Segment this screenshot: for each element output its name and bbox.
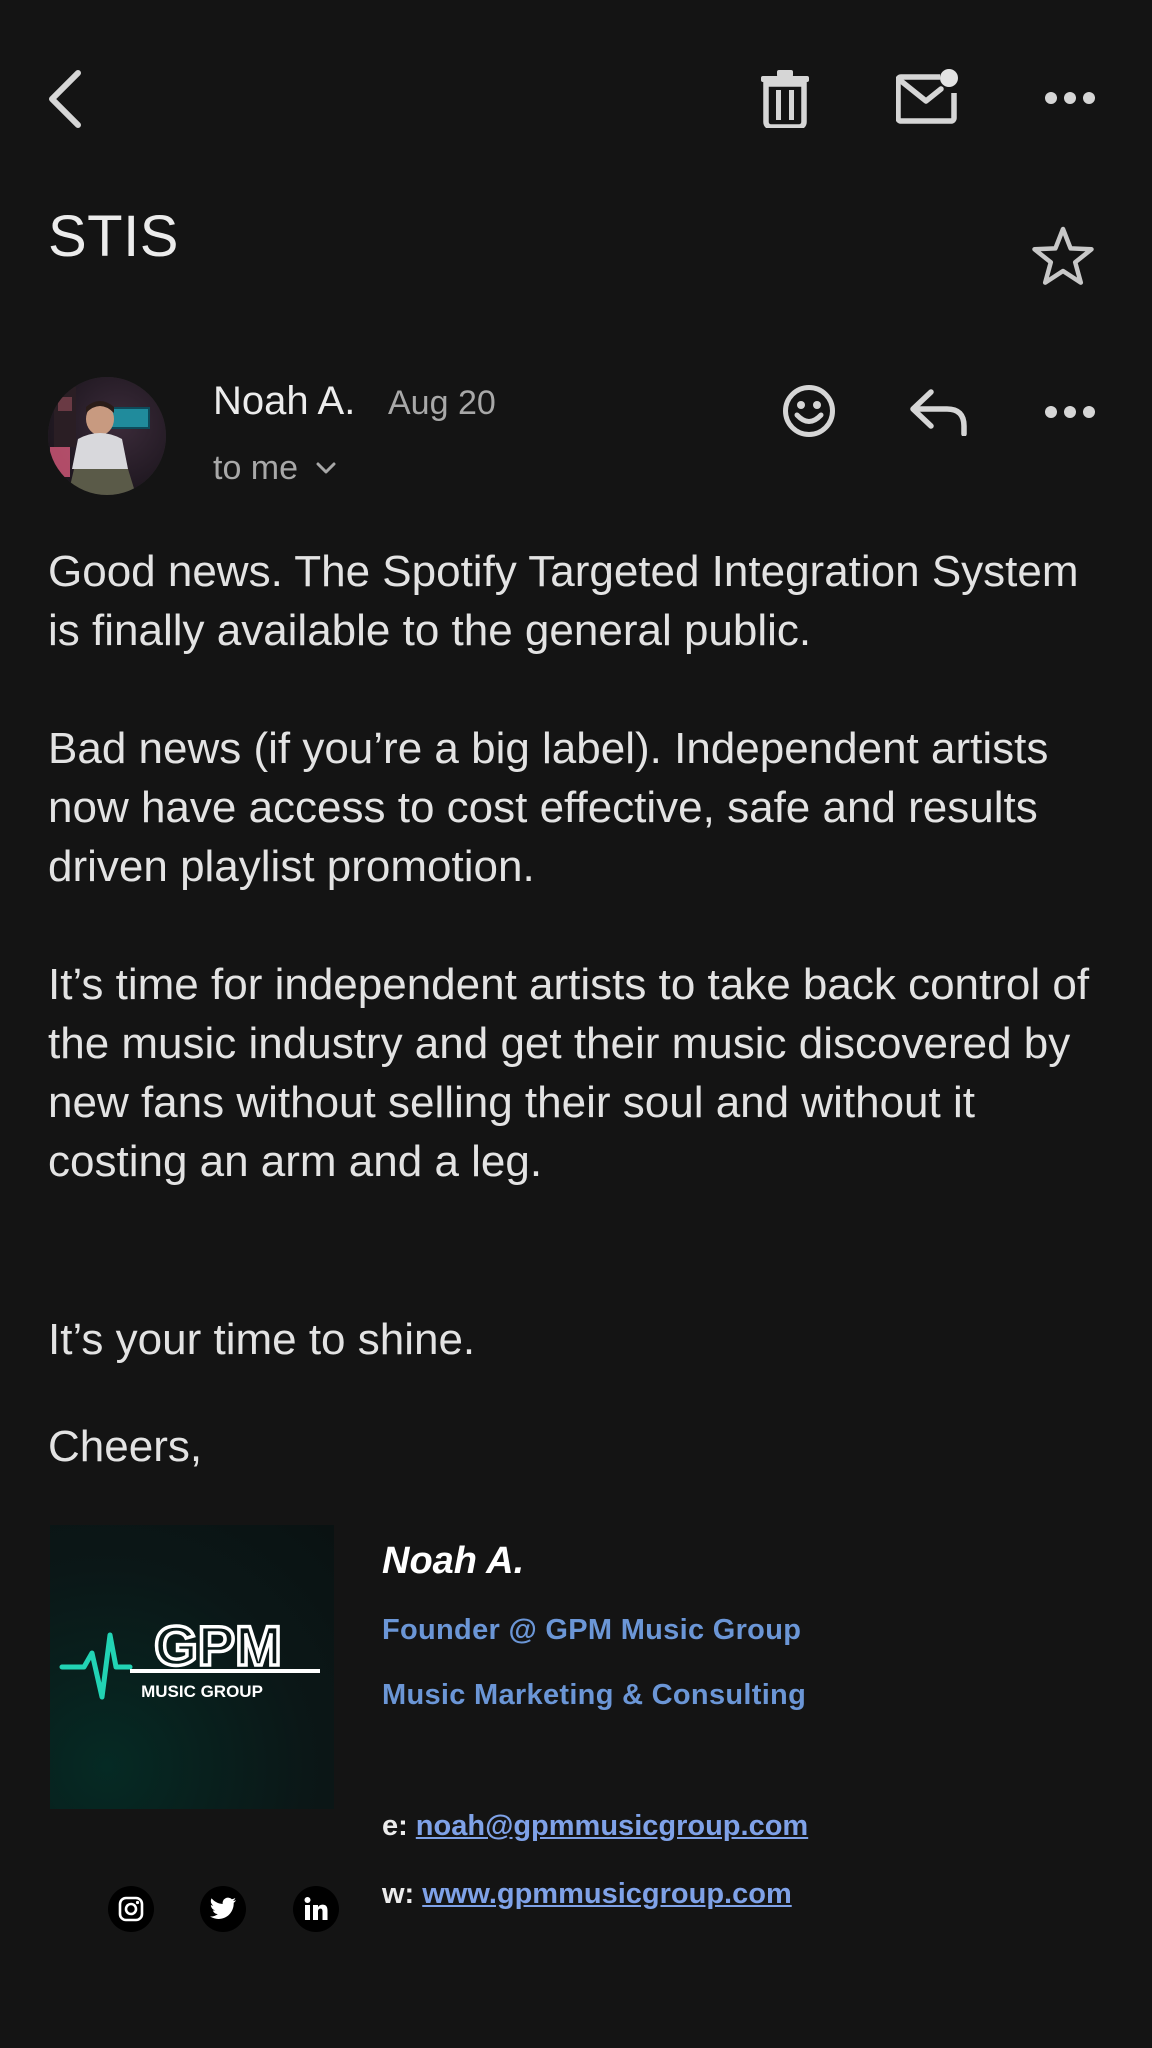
chevron-left-icon — [49, 70, 81, 128]
more-horizontal-icon — [1045, 406, 1095, 418]
gpm-logo: GPM MUSIC GROUP — [59, 1612, 320, 1701]
more-horizontal-icon — [1045, 92, 1095, 104]
logo-subtext: MUSIC GROUP — [141, 1682, 263, 1701]
emoji-react-button[interactable] — [778, 380, 840, 442]
body-paragraph: It’s your time to shine. — [48, 1315, 476, 1364]
email-date: Aug 20 — [388, 384, 496, 422]
back-button[interactable] — [40, 62, 92, 136]
delete-button[interactable] — [754, 66, 816, 132]
more-options-button[interactable] — [1040, 78, 1100, 118]
recipient-details-toggle[interactable]: to me — [213, 446, 336, 490]
mark-unread-button[interactable] — [894, 66, 960, 128]
website-label: w: — [382, 1878, 415, 1910]
signature-name: Noah A. — [382, 1540, 525, 1582]
chevron-down-icon — [316, 462, 336, 474]
signature-website-row: w: www.gpmmusicgroup.com — [382, 1876, 792, 1912]
linkedin-icon — [304, 1897, 328, 1920]
twitter-icon — [210, 1897, 236, 1919]
recipient-label: to me — [213, 449, 299, 487]
avatar-photo — [48, 377, 166, 495]
message-more-button[interactable] — [1040, 392, 1100, 432]
instagram-icon — [118, 1896, 144, 1922]
signature-tagline: Music Marketing & Consulting — [382, 1679, 807, 1711]
body-paragraph: It’s time for independent artists to tak… — [48, 960, 1090, 1186]
email-subject: STIS — [48, 204, 179, 269]
body-paragraph: Good news. The Spotify Targeted Integrat… — [48, 547, 1079, 655]
signature-title: Founder @ GPM Music Group — [382, 1614, 802, 1646]
email-link[interactable]: noah@gpmmusicgroup.com — [416, 1810, 808, 1842]
sender-avatar[interactable] — [48, 377, 166, 495]
twitter-link[interactable] — [200, 1886, 246, 1932]
linkedin-link[interactable] — [293, 1886, 339, 1932]
email-label: e: — [382, 1810, 408, 1842]
trash-icon — [761, 70, 809, 128]
mail-unread-icon — [896, 69, 958, 124]
sender-name[interactable]: Noah A. — [213, 377, 355, 425]
body-paragraph: Cheers, — [48, 1422, 203, 1471]
logo-text: GPM — [154, 1614, 282, 1677]
reply-icon — [910, 389, 967, 436]
emoji-reaction-icon — [783, 385, 835, 437]
company-logo: GPM MUSIC GROUP — [50, 1525, 334, 1809]
instagram-link[interactable] — [108, 1886, 154, 1932]
reply-button[interactable] — [906, 382, 972, 442]
star-button[interactable] — [1030, 224, 1096, 288]
website-link[interactable]: www.gpmmusicgroup.com — [422, 1878, 792, 1910]
body-paragraph: Bad news (if you’re a big label). Indepe… — [48, 724, 1049, 891]
signature-email-row: e: noah@gpmmusicgroup.com — [382, 1808, 808, 1844]
star-outline-icon — [1032, 226, 1094, 285]
